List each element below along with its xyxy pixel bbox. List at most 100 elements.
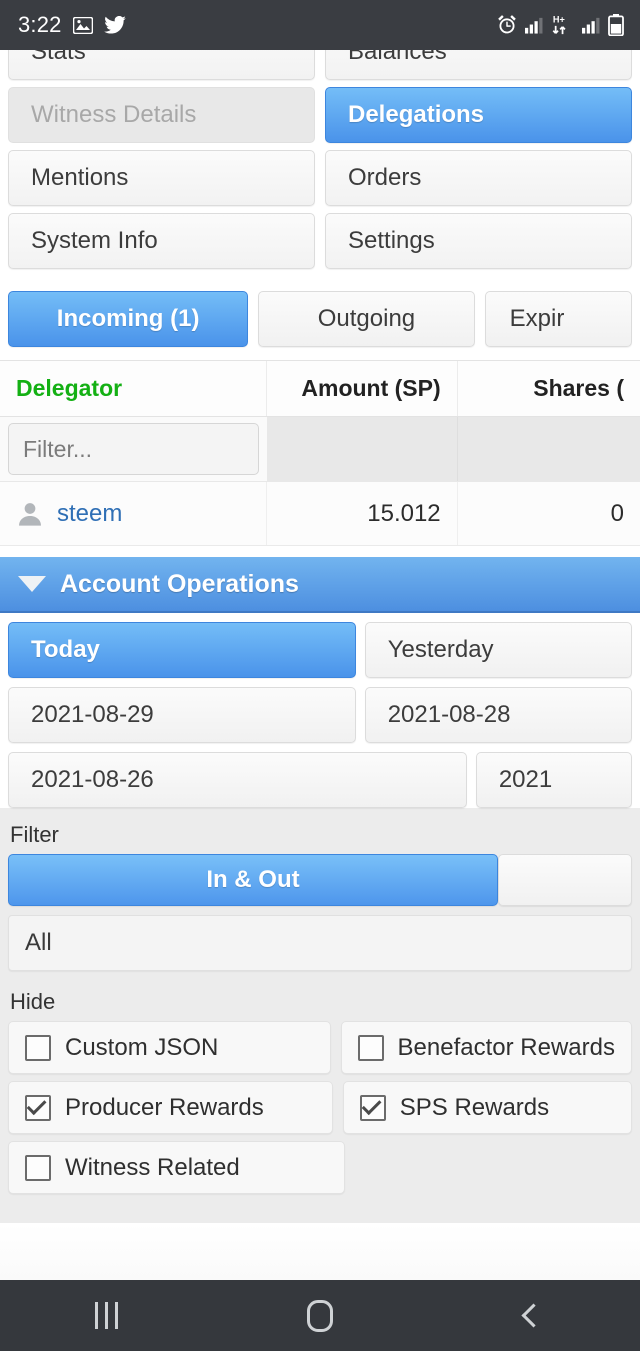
nav-button-delegations[interactable]: Delegations: [325, 87, 632, 143]
back-icon: [521, 1303, 546, 1328]
checkbox-box[interactable]: [25, 1154, 51, 1181]
date-tab-2021-08-26[interactable]: 2021-08-26: [8, 752, 467, 808]
table-filter-row: Filter...: [0, 417, 640, 482]
gallery-icon: [72, 16, 93, 34]
checkbox-witness-related[interactable]: Witness Related: [8, 1141, 345, 1194]
checkbox-benefactor-rewards[interactable]: Benefactor Rewards: [340, 1021, 632, 1074]
hplus-data-icon: H+: [551, 14, 575, 36]
tab-label: Incoming (1): [56, 305, 200, 332]
tab-expiring[interactable]: Expir: [484, 291, 632, 347]
nav-row-2: Witness Details Delegations: [0, 87, 640, 143]
delegator-filter-input[interactable]: Filter...: [8, 423, 259, 475]
cell-amount: 15.012: [266, 482, 457, 545]
triangle-down-icon[interactable]: [18, 576, 46, 592]
date-tab-label: 2021-08-29: [31, 701, 154, 728]
segment-label: In & Out: [206, 866, 300, 893]
table-header-row: Delegator Amount (SP) Shares (: [0, 360, 640, 417]
filter-segment-row: In & Out: [0, 854, 640, 906]
page-content: Stats Balances Witness Details Delegatio…: [0, 50, 640, 1280]
date-tab-row-2: 2021-08-29 2021-08-28: [0, 687, 640, 743]
nav-button-label: System Info: [31, 227, 158, 254]
date-tab-yesterday[interactable]: Yesterday: [364, 622, 632, 678]
checkbox-label: Witness Related: [65, 1153, 240, 1181]
checkbox-label: SPS Rewards: [399, 1093, 550, 1121]
twitter-icon: [103, 15, 126, 34]
date-tab-label: Yesterday: [387, 636, 494, 663]
battery-icon: [608, 14, 624, 37]
checkbox-label: Custom JSON: [65, 1033, 219, 1061]
home-button[interactable]: [250, 1280, 390, 1351]
home-icon: [306, 1299, 333, 1332]
date-tab-label: 2021: [498, 766, 553, 793]
hide-section: Hide Custom JSON Benefactor Rewards Prod…: [0, 975, 640, 1213]
date-tab-label: Today: [31, 636, 100, 663]
select-value: All: [25, 929, 52, 956]
filter-cell-delegator: Filter...: [0, 417, 267, 481]
nav-row-1: Stats Balances: [0, 50, 640, 80]
nav-button-system-info[interactable]: System Info: [8, 213, 315, 269]
phone-screen: 3:22 H+ Stats Balances Witness Details D…: [0, 0, 640, 1351]
nav-button-orders[interactable]: Orders: [325, 150, 632, 206]
person-icon: [16, 500, 44, 528]
clock-label: 3:22: [18, 12, 62, 37]
nav-button-balances[interactable]: Balances: [325, 50, 632, 80]
filter-section: Filter In & Out All: [0, 808, 640, 975]
date-tab-today[interactable]: Today: [8, 622, 356, 678]
date-tab-row-1: Today Yesterday: [0, 622, 640, 678]
checkbox-label: Benefactor Rewards: [397, 1033, 615, 1061]
cell-delegator: steem: [0, 482, 266, 545]
tab-label: Expir: [509, 305, 565, 332]
column-header-shares[interactable]: Shares (: [456, 361, 640, 416]
nav-button-stats[interactable]: Stats: [8, 50, 315, 80]
nav-button-label: Orders: [348, 164, 422, 191]
section-title: Account Operations: [60, 569, 299, 598]
status-bar-left: 3:22: [18, 12, 126, 38]
nav-button-label: Balances: [348, 50, 447, 65]
cell-shares: 0: [456, 482, 640, 545]
date-tab-2021-08-28[interactable]: 2021-08-28: [364, 687, 632, 743]
delegator-link[interactable]: steem: [57, 500, 122, 528]
signal-2-icon: [582, 16, 601, 34]
account-nav-grid: Stats Balances Witness Details Delegatio…: [0, 50, 640, 269]
checkbox-custom-json[interactable]: Custom JSON: [8, 1021, 331, 1074]
nav-button-witness-details: Witness Details: [8, 87, 315, 143]
android-navigation-bar: [0, 1280, 640, 1351]
checkbox-box[interactable]: [359, 1094, 386, 1121]
date-tab-label: 2021-08-26: [31, 766, 154, 793]
operation-type-select[interactable]: All: [8, 915, 632, 971]
section-divider: [0, 1213, 640, 1223]
tab-incoming[interactable]: Incoming (1): [8, 291, 249, 347]
checkbox-sps-rewards[interactable]: SPS Rewards: [342, 1081, 632, 1134]
alarm-icon: [496, 14, 518, 36]
nav-button-settings[interactable]: Settings: [325, 213, 632, 269]
recents-icon: [95, 1302, 119, 1329]
checkbox-producer-rewards[interactable]: Producer Rewards: [8, 1081, 333, 1134]
date-tab-2021-08-29[interactable]: 2021-08-29: [8, 687, 356, 743]
table-row[interactable]: steem 15.012 0: [0, 482, 640, 546]
checkbox-box[interactable]: [25, 1094, 51, 1121]
nav-button-label: Settings: [348, 227, 435, 254]
status-bar: 3:22 H+: [0, 0, 640, 50]
recents-button[interactable]: [37, 1280, 177, 1351]
checkbox-box[interactable]: [357, 1034, 384, 1061]
back-button[interactable]: [463, 1280, 603, 1351]
nav-row-3: Mentions Orders: [0, 150, 640, 206]
date-tab-2021-clipped[interactable]: 2021: [475, 752, 632, 808]
svg-text:H+: H+: [553, 14, 565, 24]
column-header-amount[interactable]: Amount (SP): [266, 361, 457, 416]
nav-button-label: Witness Details: [31, 101, 197, 128]
nav-button-label: Mentions: [31, 164, 129, 191]
nav-button-mentions[interactable]: Mentions: [8, 150, 315, 206]
filter-cell-amount: [266, 417, 457, 481]
hide-row-1: Custom JSON Benefactor Rewards: [0, 1021, 640, 1074]
checkbox-label: Producer Rewards: [65, 1093, 264, 1121]
column-header-delegator[interactable]: Delegator: [0, 361, 266, 416]
date-tab-row-3: 2021-08-26 2021: [0, 752, 640, 808]
signal-icon: [525, 16, 544, 34]
segment-next-clipped[interactable]: [497, 854, 632, 906]
date-tab-label: 2021-08-28: [387, 701, 511, 728]
checkbox-box[interactable]: [25, 1034, 51, 1061]
account-operations-header[interactable]: Account Operations: [0, 557, 640, 613]
tab-outgoing[interactable]: Outgoing: [258, 291, 475, 347]
segment-in-and-out[interactable]: In & Out: [8, 854, 498, 906]
